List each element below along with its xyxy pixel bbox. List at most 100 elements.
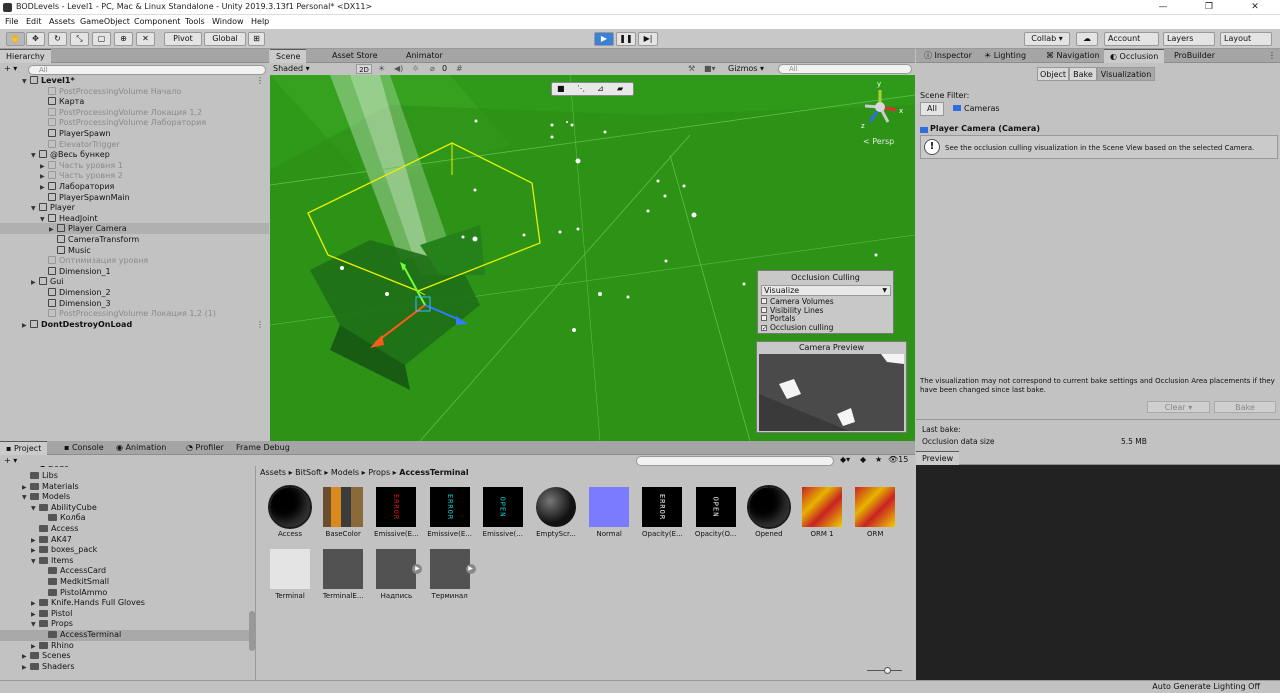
hierarchy-item[interactable]: Карта bbox=[0, 96, 269, 107]
tab-animator[interactable]: Animator bbox=[400, 49, 449, 63]
hierarchy-item[interactable]: ▶ Gui bbox=[0, 276, 269, 287]
hierarchy-item[interactable]: ▼ Level1* ⋮ bbox=[0, 75, 269, 86]
folder-tree-item[interactable]: ▶ AK47 bbox=[0, 535, 255, 546]
project-add-button[interactable]: + ▾ bbox=[4, 456, 17, 465]
asset-item[interactable]: ▶ Терминал bbox=[425, 549, 476, 600]
tab-preview[interactable]: Preview bbox=[916, 451, 960, 465]
tab-occlusion[interactable]: ◐ Occlusion bbox=[1104, 49, 1165, 63]
hierarchy-item[interactable]: ▼ @Весь бункер bbox=[0, 149, 269, 160]
hierarchy-item[interactable]: Dimension_3 bbox=[0, 298, 269, 309]
pivot-toggle[interactable]: Pivot bbox=[164, 32, 202, 46]
asset-item[interactable]: ERROR Emissive(E... bbox=[425, 487, 475, 538]
hierarchy-item[interactable]: PostProcessingVolume Лаборатория bbox=[0, 117, 269, 128]
project-search-input[interactable] bbox=[636, 456, 834, 466]
tree-scrollbar[interactable] bbox=[249, 611, 255, 651]
hidden-objects-icon[interactable]: ⌀ bbox=[430, 64, 435, 74]
asset-item[interactable]: ORM bbox=[850, 487, 900, 538]
folder-tree-item[interactable]: ▶ Shaders bbox=[0, 662, 255, 673]
tab-profiler[interactable]: ◔ Profiler bbox=[180, 441, 230, 455]
cube-tool-icon[interactable]: ■ bbox=[557, 84, 565, 93]
perspective-label[interactable]: < Persp bbox=[863, 137, 894, 146]
tab-asset-store[interactable]: Asset Store bbox=[326, 49, 384, 63]
menu-file[interactable]: File bbox=[5, 17, 18, 26]
asset-item[interactable]: OPEN Opacity(O... bbox=[691, 487, 741, 538]
breadcrumb-bitsoft[interactable]: BitSoft bbox=[295, 468, 322, 477]
breadcrumb-props[interactable]: Props bbox=[368, 468, 390, 477]
hierarchy-item[interactable]: PostProcessingVolume Локация 1,2 bbox=[0, 107, 269, 118]
hierarchy-item[interactable]: PlayerSpawn bbox=[0, 128, 269, 139]
tools-icon[interactable]: ⚒ bbox=[688, 64, 695, 74]
asset-item[interactable]: TerminalE... bbox=[318, 549, 368, 600]
hierarchy-item[interactable]: ElevatorTrigger bbox=[0, 139, 269, 150]
hierarchy-item[interactable]: ▼ HeadJoint bbox=[0, 213, 269, 224]
asset-item[interactable]: ▶ Надпись bbox=[371, 549, 423, 600]
favorites-star-icon[interactable]: ★ bbox=[875, 455, 882, 464]
clear-button[interactable]: Clear ▾ bbox=[1147, 401, 1210, 413]
menu-component[interactable]: Component bbox=[134, 17, 180, 26]
snap-icon[interactable]: ⊞ bbox=[248, 32, 265, 46]
folder-tree-item[interactable]: ▼ AbilityCube bbox=[0, 503, 255, 514]
tab-navigation[interactable]: ⌘ Navigation bbox=[1040, 49, 1106, 63]
hierarchy-item[interactable]: PostProcessingVolume Начало bbox=[0, 86, 269, 97]
menu-gameobject[interactable]: GameObject bbox=[80, 17, 130, 26]
step-button[interactable]: ▶| bbox=[638, 32, 658, 46]
shading-mode-dropdown[interactable]: Shaded ▾ bbox=[273, 64, 350, 74]
tab-console[interactable]: ▪ Console bbox=[58, 441, 110, 455]
folder-tree-item[interactable]: Access bbox=[0, 524, 255, 535]
folder-tree-item[interactable]: AccessTerminal bbox=[0, 630, 255, 641]
hierarchy-item[interactable]: ▼ Player bbox=[0, 202, 269, 213]
minimize-button[interactable]: — bbox=[1140, 0, 1186, 15]
folder-tree-item[interactable]: AccessCard bbox=[0, 566, 255, 577]
folder-tree-item[interactable]: ▶ Scenes bbox=[0, 651, 255, 662]
maximize-button[interactable]: ❐ bbox=[1186, 0, 1232, 15]
hand-tool-icon[interactable]: ✋ bbox=[6, 32, 25, 46]
asset-item[interactable]: Terminal bbox=[265, 549, 315, 600]
folder-tree-item[interactable]: ▼ Props bbox=[0, 619, 255, 630]
toggle-2d-button[interactable]: 2D bbox=[356, 64, 372, 74]
move-tool-icon[interactable]: ✥ bbox=[26, 32, 45, 46]
hierarchy-add-button[interactable]: + ▾ bbox=[4, 64, 17, 73]
camera-settings-icon[interactable]: ■▾ bbox=[704, 64, 716, 74]
collapsed-arrow-icon[interactable]: ▶ bbox=[22, 663, 30, 674]
scene-menu-icon[interactable]: ⋮ bbox=[256, 319, 264, 330]
subtab-object[interactable]: Object bbox=[1037, 67, 1069, 81]
hierarchy-item[interactable]: Оптимизация уровня bbox=[0, 255, 269, 266]
expand-prefab-icon[interactable]: ▶ bbox=[412, 564, 423, 574]
rect-tool-icon[interactable]: ▢ bbox=[92, 32, 111, 46]
tab-project[interactable]: ▪ Project bbox=[0, 441, 48, 455]
tab-inspector[interactable]: ⓘ Inspector bbox=[918, 49, 978, 63]
folder-tree-item[interactable]: PistolAmmo bbox=[0, 588, 255, 599]
menu-assets[interactable]: Assets bbox=[49, 17, 75, 26]
tab-animation[interactable]: ◉ Animation bbox=[110, 441, 172, 455]
hierarchy-search-input[interactable]: All bbox=[28, 65, 266, 75]
folder-tree-item[interactable]: ▶ Rhino bbox=[0, 641, 255, 652]
breadcrumb-accessterminal[interactable]: AccessTerminal bbox=[399, 468, 468, 477]
filter-label-icon[interactable]: ◆ bbox=[860, 455, 866, 464]
subtab-visualization[interactable]: Visualization bbox=[1097, 67, 1155, 81]
filter-all-button[interactable]: All bbox=[920, 102, 944, 116]
subtab-bake[interactable]: Bake bbox=[1069, 67, 1097, 81]
asset-item[interactable]: Normal bbox=[584, 487, 634, 538]
hierarchy-item[interactable]: PostProcessingVolume Локация 1,2 (1) bbox=[0, 308, 269, 319]
scene-menu-icon[interactable]: ⋮ bbox=[256, 75, 264, 86]
asset-item[interactable]: Opened bbox=[744, 485, 794, 538]
occlusion-mode-dropdown[interactable]: Visualize ▼ bbox=[761, 285, 891, 296]
tab-probuilder[interactable]: ProBuilder bbox=[1168, 49, 1221, 63]
asset-item[interactable]: EmptyScr... bbox=[531, 487, 581, 538]
asset-item[interactable]: ERROR Opacity(E... bbox=[637, 487, 687, 538]
folder-tree-item[interactable]: Колба bbox=[0, 513, 255, 524]
cloud-icon[interactable]: ☁ bbox=[1076, 32, 1098, 46]
scale-tool-icon[interactable]: ⤡ bbox=[70, 32, 89, 46]
rotate-tool-icon[interactable]: ↻ bbox=[48, 32, 67, 46]
menu-help[interactable]: Help bbox=[251, 17, 269, 26]
asset-item[interactable]: OPEN Emissive(... bbox=[478, 487, 528, 538]
bake-button[interactable]: Bake bbox=[1214, 401, 1276, 413]
pause-button[interactable]: ❚❚ bbox=[616, 32, 636, 46]
effects-toggle-icon[interactable]: ☼ bbox=[412, 64, 419, 74]
folder-tree-item[interactable]: MedkitSmall bbox=[0, 577, 255, 588]
folder-tree-item[interactable]: ▶ Materials bbox=[0, 482, 255, 493]
collab-dropdown[interactable]: Collab ▾ bbox=[1024, 32, 1070, 46]
hierarchy-item[interactable]: ▶ Часть уровня 1 bbox=[0, 160, 269, 171]
orientation-gizmo[interactable]: y x z bbox=[858, 80, 913, 137]
menu-edit[interactable]: Edit bbox=[26, 17, 42, 26]
